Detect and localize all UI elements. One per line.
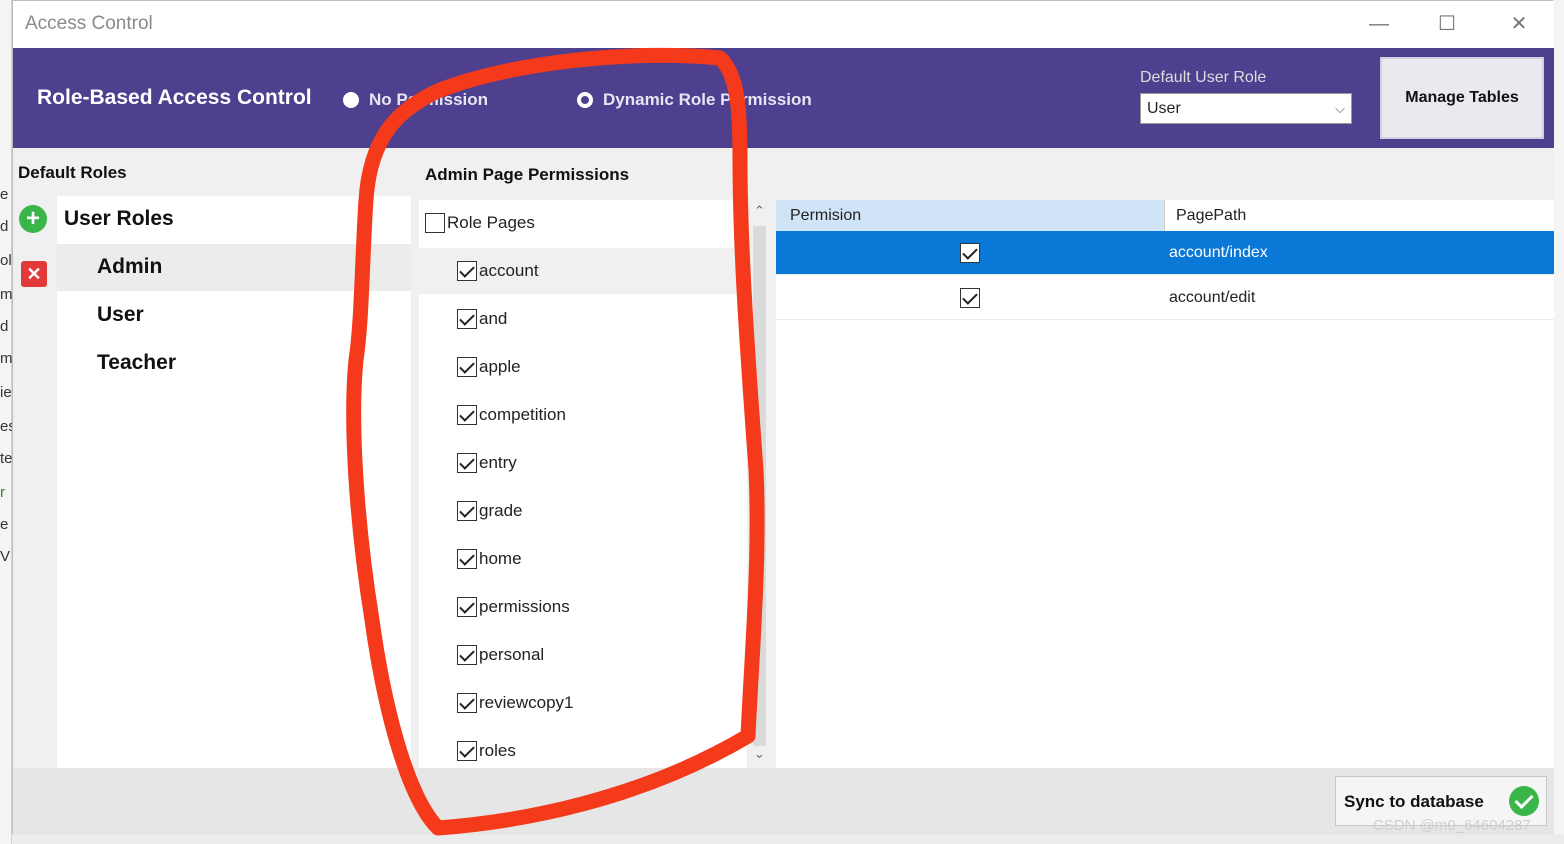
grid-header: Permision PagePath [776, 200, 1554, 231]
table-row[interactable]: account/edit [776, 276, 1554, 320]
page-label: personal [479, 645, 545, 664]
radio-dynamic-role-permission[interactable]: Dynamic Role Permission [577, 90, 812, 110]
add-role-icon[interactable]: + [19, 205, 47, 233]
page-label: home [479, 549, 522, 568]
checkbox[interactable] [457, 501, 477, 521]
page-permissions-heading: Admin Page Permissions [425, 165, 630, 184]
default-user-role-select[interactable]: User ⌵ [1140, 93, 1352, 124]
roles-heading: Default Roles [18, 163, 127, 182]
sync-label: Sync to database [1344, 792, 1484, 811]
close-button[interactable]: ✕ [1501, 9, 1537, 39]
default-user-role-value: User [1147, 100, 1181, 117]
page-item[interactable]: account [419, 248, 747, 294]
checkbox[interactable] [457, 453, 477, 473]
role-item-admin[interactable]: Admin [57, 244, 411, 291]
watermark: CSDN @m0_64604287 [1373, 817, 1531, 834]
bg-fragment: m [0, 286, 13, 303]
manage-tables-button[interactable]: Manage Tables [1380, 57, 1544, 139]
page-item[interactable]: and [419, 296, 747, 342]
pagepath-cell: account/edit [1169, 289, 1256, 306]
delete-role-icon[interactable]: ✕ [21, 261, 47, 287]
roles-panel: Default Roles + ✕ User Roles Admin User … [13, 148, 411, 768]
pagepath-cell: account/index [1169, 244, 1268, 261]
bg-fragment: ie [0, 384, 12, 401]
table-row[interactable]: account/index [776, 231, 1554, 275]
page-label: competition [479, 405, 566, 424]
page-label: grade [479, 501, 523, 520]
radio-ring-icon [577, 92, 593, 108]
page-label: Role Pages [447, 213, 535, 232]
page-item[interactable]: home [419, 536, 747, 582]
checkbox[interactable] [457, 741, 477, 761]
bg-fragment: e [0, 186, 9, 203]
page-item[interactable]: reviewcopy1 [419, 680, 747, 726]
chevron-down-icon[interactable]: ⌄ [749, 746, 770, 762]
role-pages-list: Role Pages account and apple competition… [419, 200, 747, 768]
footer-bar: Sync to database [13, 768, 1554, 835]
checkbox[interactable] [960, 288, 980, 308]
page-item[interactable]: permissions [419, 584, 747, 630]
bg-fragment: e [0, 516, 9, 533]
checkbox[interactable] [457, 405, 477, 425]
column-header-permission[interactable]: Permision [776, 200, 1164, 231]
bg-fragment: ol [0, 252, 12, 269]
chevron-up-icon[interactable]: ⌃ [749, 203, 770, 219]
checkbox[interactable] [457, 261, 477, 281]
maximize-button[interactable]: ☐ [1429, 9, 1465, 39]
bg-fragment: r [0, 484, 5, 501]
chevron-down-icon: ⌵ [1335, 101, 1345, 116]
checkbox[interactable] [457, 693, 477, 713]
page-item[interactable]: entry [419, 440, 747, 486]
page-label: entry [479, 453, 517, 472]
check-circle-icon [1509, 786, 1539, 816]
checkbox[interactable] [425, 213, 445, 233]
access-control-window: Access Control — ☐ ✕ Role-Based Access C… [12, 0, 1554, 835]
title-bar: Access Control — ☐ ✕ [13, 1, 1554, 48]
checkbox[interactable] [457, 357, 477, 377]
minimize-button[interactable]: — [1361, 9, 1397, 39]
radio-no-permission-label: No Permission [369, 90, 489, 109]
permission-grid: Permision PagePath account/index account… [776, 200, 1554, 768]
page-item[interactable]: grade [419, 488, 747, 534]
radio-filled-icon [343, 92, 359, 108]
page-label: apple [479, 357, 521, 376]
background-app-strip-bottom [12, 834, 1564, 844]
radio-no-permission[interactable]: No Permission [343, 90, 488, 110]
role-pages-root[interactable]: Role Pages [419, 200, 747, 246]
checkbox[interactable] [457, 549, 477, 569]
roles-group-label[interactable]: User Roles [57, 196, 411, 243]
bg-fragment: m [0, 350, 13, 367]
page-label: reviewcopy1 [479, 693, 574, 712]
page-label: roles [479, 741, 516, 760]
bg-fragment: V [0, 548, 11, 565]
bg-fragment: d [0, 318, 9, 335]
role-item-user[interactable]: User [57, 292, 411, 339]
permission-grid-panel: Permision PagePath account/index account… [772, 148, 1554, 768]
page-item[interactable]: competition [419, 392, 747, 438]
header-bar: Role-Based Access Control No Permission … [13, 48, 1554, 148]
checkbox[interactable] [457, 597, 477, 617]
bg-fragment: d [0, 218, 9, 235]
page-permissions-panel: Admin Page Permissions Role Pages accoun… [411, 148, 772, 768]
column-header-pagepath[interactable]: PagePath [1164, 200, 1554, 231]
page-title: Role-Based Access Control [37, 86, 312, 109]
role-item-teacher[interactable]: Teacher [57, 340, 411, 387]
page-label: permissions [479, 597, 570, 616]
checkbox[interactable] [960, 243, 980, 263]
page-label: account [479, 261, 539, 280]
background-app-strip: e d ol m d m ie es te r e V [0, 0, 16, 844]
roles-tree: User Roles Admin User Teacher [57, 196, 411, 768]
radio-dynamic-label: Dynamic Role Permission [603, 90, 812, 109]
pages-scrollbar[interactable]: ⌃ ⌄ [749, 200, 770, 768]
checkbox[interactable] [457, 309, 477, 329]
window-title: Access Control [25, 13, 153, 34]
checkbox[interactable] [457, 645, 477, 665]
background-app-strip-right [1553, 0, 1564, 844]
default-user-role-label: Default User Role [1140, 69, 1267, 86]
page-label: and [479, 309, 508, 328]
bg-fragment: te [0, 450, 13, 467]
page-item[interactable]: apple [419, 344, 747, 390]
page-item[interactable]: personal [419, 632, 747, 678]
scrollbar-thumb[interactable] [753, 226, 766, 746]
